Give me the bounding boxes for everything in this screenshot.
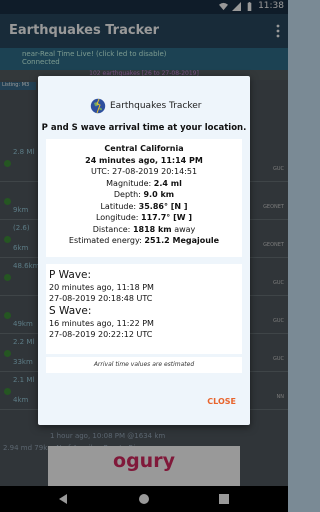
latitude-value: 35.86° [N ]	[138, 201, 188, 211]
close-button[interactable]: CLOSE	[207, 397, 236, 406]
earthquake-info-card: Central California 24 minutes ago, 11:14…	[46, 139, 242, 257]
distance-suffix: away	[174, 224, 196, 234]
dialog-app-name: Earthquakes Tracker	[110, 101, 202, 111]
p-wave-local: 20 minutes ago, 11:18 PM	[49, 283, 154, 292]
p-wave-title: P Wave:	[49, 269, 92, 281]
longitude-label: Longitude:	[95, 213, 139, 222]
estimate-note: Arrival time values are estimated	[46, 357, 242, 373]
magnitude-row: Magnitude: 2.4 ml	[46, 178, 242, 190]
distance-value: 1818 km	[132, 224, 172, 234]
globe-icon	[90, 98, 106, 114]
longitude-value: 117.7° [W ]	[141, 213, 193, 222]
energy-row: Estimated energy: 251.2 Megajoule	[46, 235, 242, 247]
dialog-subtitle: P and S wave arrival time at your locati…	[41, 123, 247, 133]
distance-row: Distance: 1818 km away	[46, 224, 242, 236]
energy-value: 251.2 Megajoule	[144, 236, 220, 245]
depth-value: 9.0 km	[143, 190, 175, 199]
location-name: Central California	[104, 144, 184, 153]
distance-label: Distance:	[92, 224, 131, 234]
wave-arrival-dialog: Earthquakes Tracker P and S wave arrival…	[38, 76, 250, 425]
latitude-label: Latitude:	[100, 201, 137, 211]
dialog-header: Earthquakes Tracker	[38, 96, 250, 116]
p-wave-utc: 27-08-2019 20:18:48 UTC	[49, 294, 153, 303]
depth-row: Depth: 9.0 km	[46, 189, 242, 201]
magnitude-label: Magnitude:	[106, 178, 152, 188]
s-wave-local: 16 minutes ago, 11:22 PM	[49, 319, 154, 328]
s-wave-title: S Wave:	[49, 305, 92, 317]
longitude-row: Longitude: 117.7° [W ]	[46, 212, 242, 224]
latitude-row: Latitude: 35.86° [N ]	[46, 201, 242, 213]
energy-label: Estimated energy:	[68, 236, 142, 245]
s-wave-utc: 27-08-2019 20:22:12 UTC	[49, 330, 153, 339]
depth-label: Depth:	[113, 190, 141, 199]
magnitude-value: 2.4 ml	[153, 178, 182, 188]
time-ago: 24 minutes ago, 11:14 PM	[85, 155, 203, 165]
utc-time: UTC: 27-08-2019 20:14:51	[90, 167, 198, 176]
wave-times-card: P Wave: 20 minutes ago, 11:18 PM 27-08-2…	[46, 264, 242, 354]
